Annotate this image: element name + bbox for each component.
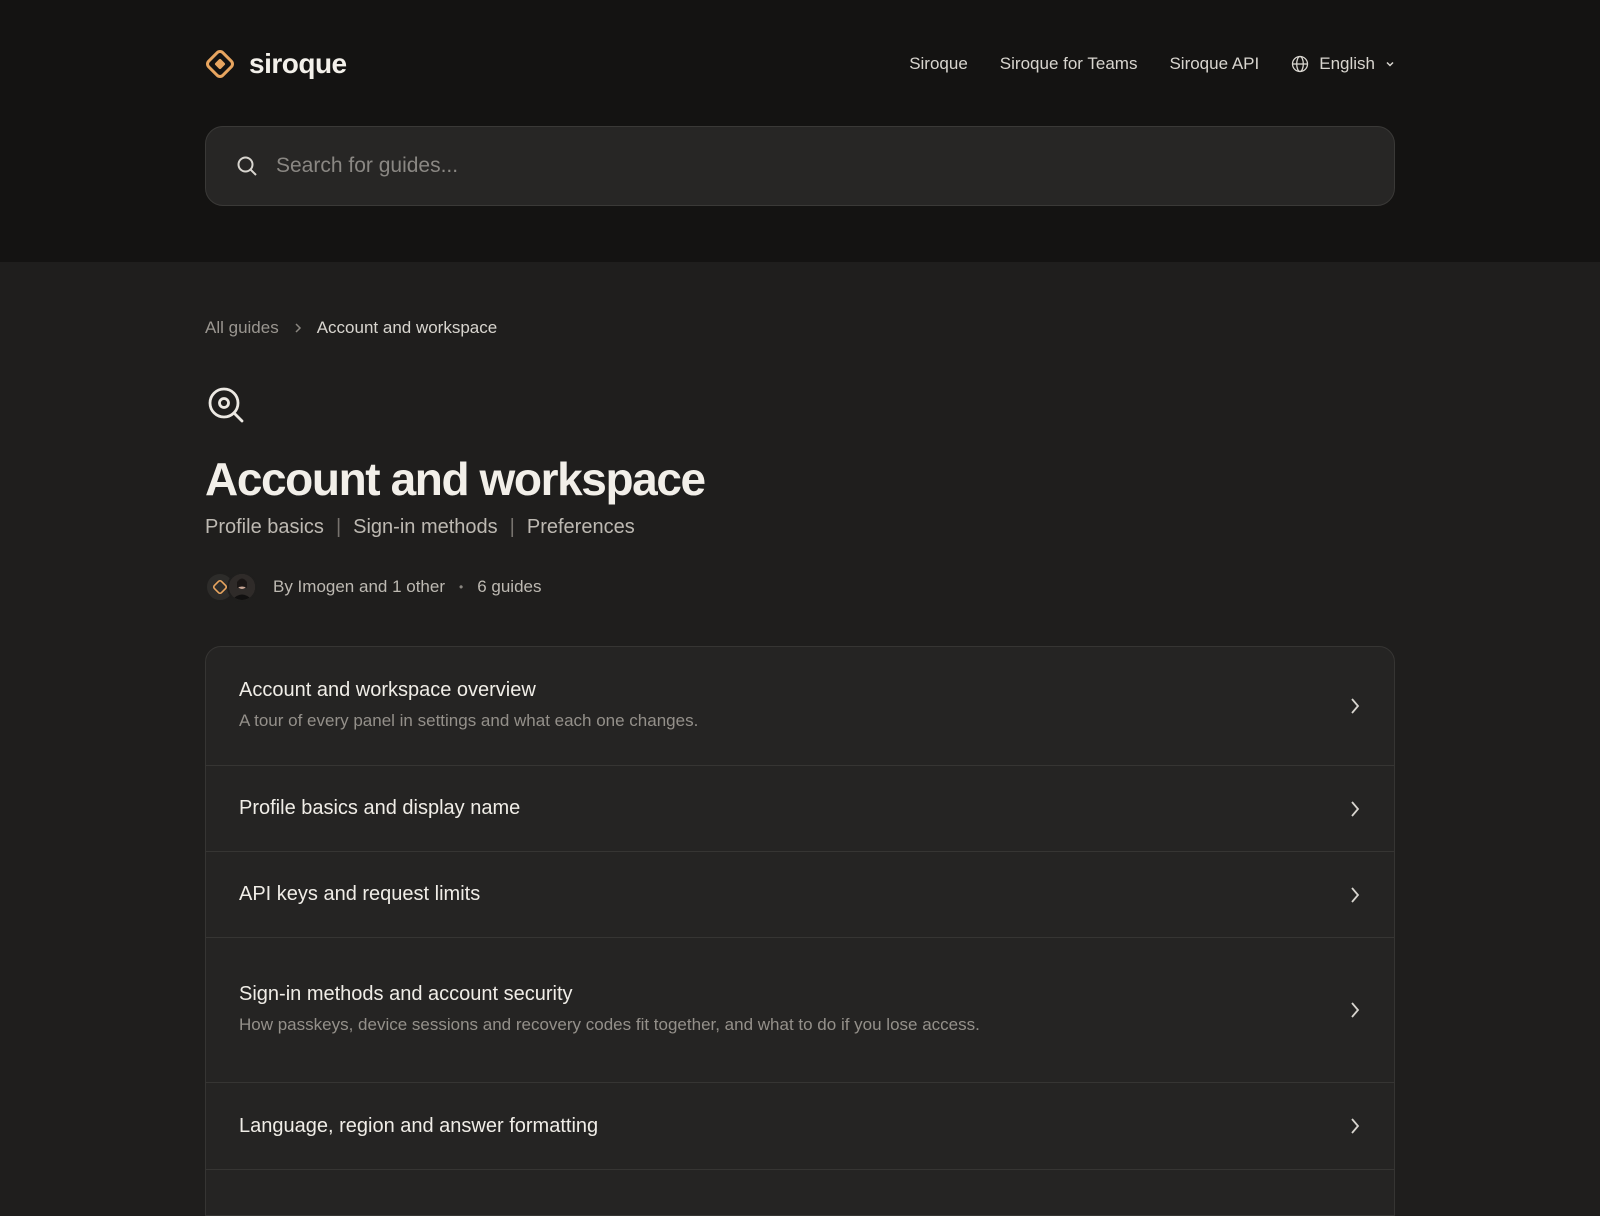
chevron-right-icon — [1351, 800, 1360, 817]
breadcrumb-current: Account and workspace — [316, 318, 498, 337]
chevron-right-icon — [1351, 698, 1360, 714]
guide-description: A tour of every panel in settings and wh… — [239, 710, 699, 730]
guide-title: Account and workspace overview — [239, 678, 536, 701]
chevron-down-icon — [1386, 61, 1394, 67]
guide-title: Profile basics and display name — [239, 797, 521, 819]
language-selector[interactable]: English — [1291, 54, 1395, 74]
globe-icon — [1292, 55, 1309, 73]
list-item[interactable]: Sign-in methods and account security How… — [206, 938, 1394, 1083]
list-item[interactable]: API keys and request limits — [206, 852, 1394, 938]
chevron-right-icon — [1351, 886, 1360, 903]
nav-link-siroque[interactable]: Siroque — [909, 54, 968, 74]
top-nav: Siroque Siroque for Teams Siroque API En… — [909, 48, 1395, 80]
list-item[interactable]: Profile basics and display name — [206, 766, 1394, 852]
diamond-logo-icon — [212, 579, 228, 595]
search-input[interactable] — [276, 154, 1356, 178]
author-text: By Imogen and 1 other — [273, 577, 446, 596]
magnifier-target-icon — [208, 387, 244, 423]
list-item[interactable]: Language, region and answer formatting — [206, 1083, 1394, 1170]
guide-list: Account and workspace overview A tour of… — [205, 646, 1395, 1216]
guide-count: 6 guides — [477, 577, 542, 596]
person-photo-icon — [229, 574, 255, 600]
tag-separator: | — [335, 516, 342, 538]
brand-name: siroque — [249, 48, 347, 79]
breadcrumb-all-guides[interactable]: All guides — [205, 318, 279, 338]
language-label: English — [1319, 54, 1375, 73]
tag-separator: | — [509, 516, 515, 538]
category-tags: Profile basics | Sign-in methods | Prefe… — [205, 516, 635, 539]
tag-preferences: Preferences — [526, 516, 635, 538]
tag-sign-in-methods: Sign-in methods — [353, 516, 498, 538]
list-item[interactable]: Account and workspace overview A tour of… — [206, 647, 1394, 766]
tag-profile-basics: Profile basics — [205, 516, 324, 538]
meta-separator: • — [459, 580, 464, 594]
guide-title: API keys and request limits — [239, 883, 481, 905]
guide-title: Language, region and answer formatting — [239, 1114, 599, 1137]
chevron-right-icon — [1351, 1002, 1360, 1018]
diamond-logo-icon — [206, 50, 234, 78]
nav-link-siroque-teams[interactable]: Siroque for Teams — [1000, 54, 1138, 74]
category-meta: By Imogen and 1 other • 6 guides — [205, 572, 542, 602]
site-header: siroque Siroque Siroque for Teams Siroqu… — [0, 0, 1600, 262]
author-avatars — [205, 572, 257, 602]
page-title: Account and workspace — [205, 453, 706, 505]
chevron-right-icon — [1351, 1118, 1360, 1134]
guide-description: How passkeys, device sessions and recove… — [239, 1014, 980, 1034]
breadcrumb: All guides Account and workspace — [205, 318, 497, 338]
avatar — [227, 572, 257, 602]
nav-link-siroque-api[interactable]: Siroque API — [1169, 54, 1259, 74]
search-icon — [237, 156, 257, 176]
brand-logo[interactable]: siroque — [205, 46, 347, 82]
search-bar[interactable] — [205, 126, 1395, 206]
guide-title: Sign-in methods and account security — [239, 982, 573, 1005]
chevron-right-icon — [295, 323, 301, 333]
